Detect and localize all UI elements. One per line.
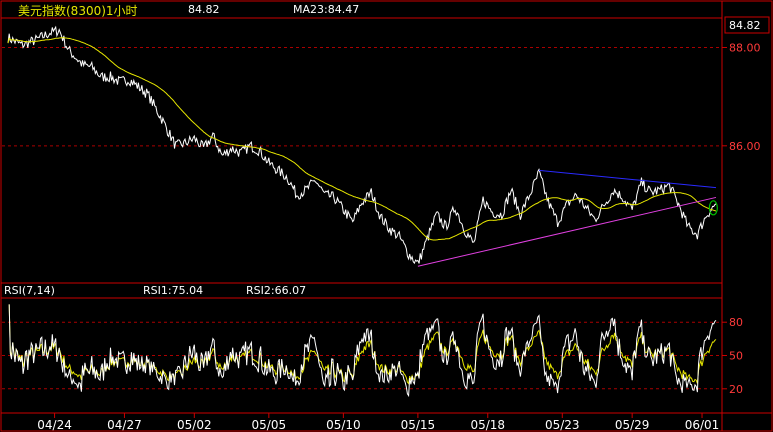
last-price-label: 84.82 <box>729 19 761 32</box>
rsi-tick-label: 20 <box>729 383 743 396</box>
price-tick-label: 88.00 <box>729 41 761 54</box>
date-tick-label: 05/02 <box>177 418 212 432</box>
date-tick-label: 04/24 <box>37 418 72 432</box>
ma23-line <box>7 37 717 241</box>
date-tick-label: 06/01 <box>685 418 720 432</box>
rsi-tick-label: 80 <box>729 316 743 329</box>
chart-canvas: 88.00 86.00 84.82 80 50 20 04/24 04/27 05/02 05/0… <box>0 0 773 432</box>
date-tick-label: 05/05 <box>252 418 287 432</box>
date-tick-label: 05/23 <box>545 418 580 432</box>
date-tick-label: 05/10 <box>326 418 361 432</box>
date-tick-label: 05/15 <box>401 418 436 432</box>
resistance-trendline <box>538 169 717 189</box>
rsi2-line <box>8 304 717 385</box>
rsi1-line <box>8 304 717 398</box>
date-tick-label: 04/27 <box>107 418 142 432</box>
price-series-line <box>7 25 717 265</box>
rsi-tick-label: 50 <box>729 350 743 363</box>
date-tick-label: 05/18 <box>470 418 505 432</box>
price-tick-label: 86.00 <box>729 140 761 153</box>
last-price-marker <box>708 200 718 216</box>
date-tick-label: 05/29 <box>615 418 650 432</box>
